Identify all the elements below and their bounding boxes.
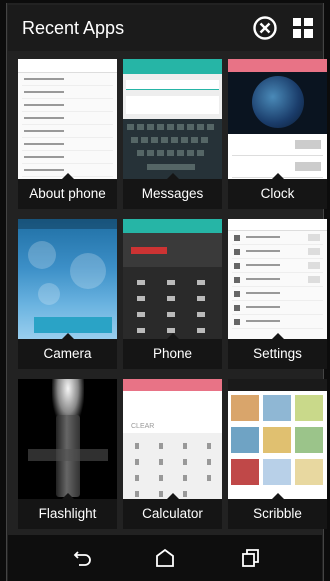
scribble-thumbnail (228, 379, 327, 501)
close-all-icon[interactable] (252, 15, 278, 41)
app-card-calculator[interactable]: CLEAR Calculator (123, 379, 222, 529)
app-label-scribble: Scribble (228, 493, 327, 529)
page-title: Recent Apps (22, 18, 125, 38)
navigation-bar (8, 535, 322, 581)
calculator-thumbnail: CLEAR (123, 379, 222, 501)
about-phone-thumbnail (18, 59, 117, 181)
phone-thumbnail (123, 219, 222, 341)
grid-view-icon[interactable] (290, 15, 316, 41)
app-card-messages[interactable]: Messages (123, 59, 222, 209)
app-card-scribble[interactable]: Scribble (228, 379, 327, 529)
app-card-clock[interactable]: Clock (228, 59, 327, 209)
recents-icon[interactable] (240, 548, 262, 568)
app-label-about-phone: About phone (18, 173, 117, 209)
flashlight-thumbnail (18, 379, 117, 501)
app-label-settings: Settings (228, 333, 327, 369)
back-icon[interactable] (72, 548, 94, 568)
settings-thumbnail (228, 219, 327, 341)
recent-apps-header: Recent Apps (8, 5, 322, 51)
clock-thumbnail (228, 59, 327, 181)
app-label-phone: Phone (123, 333, 222, 369)
messages-thumbnail (123, 59, 222, 181)
app-card-phone[interactable]: Phone (123, 219, 222, 369)
app-label-messages: Messages (123, 173, 222, 209)
app-card-about-phone[interactable]: About phone (18, 59, 117, 209)
home-icon[interactable] (154, 548, 176, 568)
app-label-flashlight: Flashlight (18, 493, 117, 529)
app-card-flashlight[interactable]: Flashlight (18, 379, 117, 529)
app-card-camera[interactable]: Camera (18, 219, 117, 369)
app-card-settings[interactable]: Settings (228, 219, 327, 369)
recent-apps-grid: About phone Messages Clock Camera Phone … (8, 51, 327, 535)
app-label-calculator: Calculator (123, 493, 222, 529)
app-label-clock: Clock (228, 173, 327, 209)
app-label-camera: Camera (18, 333, 117, 369)
calculator-clear-text: CLEAR (131, 423, 155, 430)
camera-thumbnail (18, 219, 117, 341)
